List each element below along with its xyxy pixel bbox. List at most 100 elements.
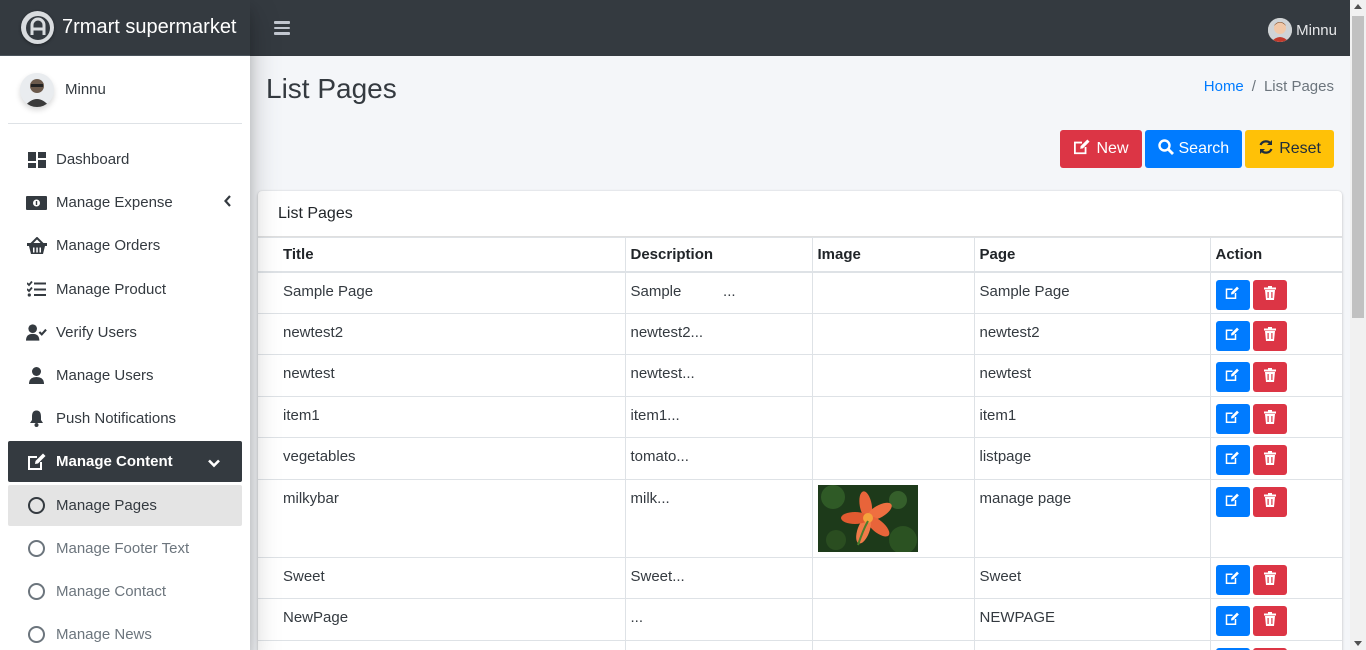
sidebar-item-manage-news[interactable]: Manage News [8, 614, 242, 650]
edit-button[interactable] [1215, 279, 1250, 310]
sidebar-item-label: Manage Orders [56, 237, 161, 255]
sidebar-item-label: Manage News [56, 626, 152, 644]
new-button[interactable]: New [1060, 130, 1142, 168]
table-row: Sweet Sweet... Sweet [258, 556, 1342, 599]
cell-page: newtest2 [973, 312, 1211, 355]
column-header-image[interactable]: Image [811, 237, 975, 273]
cell-image [811, 395, 975, 438]
reset-button[interactable]: Reset [1245, 130, 1334, 168]
sidebar-item-label: Manage Footer Text [56, 539, 190, 557]
delete-button[interactable] [1252, 279, 1287, 310]
column-header-page[interactable]: Page [973, 237, 1211, 273]
app-logo-icon [21, 11, 54, 44]
cell-title: newtest [258, 354, 626, 397]
delete-button[interactable] [1252, 486, 1287, 517]
table-row: newtest2 newtest2... newtest2 [258, 312, 1342, 355]
cell-page: listpage [973, 437, 1211, 480]
scroll-up-icon[interactable] [1354, 4, 1362, 9]
basket-icon [26, 237, 47, 255]
sidebar-item-label: Push Notifications [56, 410, 177, 428]
edit-button[interactable] [1215, 486, 1250, 517]
sidebar-item-manage-contact[interactable]: Manage Contact [8, 571, 242, 612]
edit-button[interactable] [1215, 564, 1250, 595]
avatar [20, 72, 54, 107]
cell-page: manage page [973, 478, 1211, 558]
list-pages-card: List Pages Title Description Image Page … [258, 191, 1342, 650]
sidebar-user-panel[interactable]: Minnu [8, 56, 242, 124]
sidebar-item-manage-pages[interactable]: Manage Pages [8, 484, 242, 526]
flower-thumbnail[interactable] [817, 484, 918, 552]
scroll-down-icon[interactable] [1354, 641, 1362, 646]
sidebar-item-manage-users[interactable]: Manage Users [8, 355, 242, 396]
user-menu[interactable]: Minnu [1268, 18, 1337, 42]
table-row: NewPage ... NEWPAGE [258, 598, 1342, 641]
cell-page: newtest [973, 354, 1211, 397]
column-header-description[interactable]: Description [624, 237, 813, 273]
action-buttons: New Search Reset [1060, 130, 1334, 168]
edit-icon [1225, 286, 1240, 304]
breadcrumb: Home / List Pages [1204, 78, 1334, 95]
sidebar-item-push-notifications[interactable]: Push Notifications [8, 398, 242, 439]
top-navbar: Minnu [250, 0, 1350, 56]
chevron-left-icon [224, 194, 232, 211]
user-check-icon [26, 323, 47, 341]
edit-icon [26, 453, 47, 471]
brand-link[interactable]: 7rmart supermarket [0, 0, 250, 56]
edit-button[interactable] [1215, 362, 1250, 392]
edit-button[interactable] [1215, 445, 1250, 475]
sidebar-item-manage-expense[interactable]: Manage Expense [8, 182, 242, 223]
trash-icon [1263, 492, 1276, 511]
cell-title: newtest2 [258, 312, 626, 355]
cell-action [1209, 478, 1342, 558]
tasks-icon [26, 280, 47, 298]
page-title: List Pages [266, 73, 397, 104]
sidebar-item-manage-orders[interactable]: Manage Orders [8, 225, 242, 266]
delete-button[interactable] [1252, 564, 1287, 595]
sidebar-item-verify-users[interactable]: Verify Users [8, 312, 242, 353]
sidebar-item-manage-content[interactable]: Manage Content [8, 441, 242, 483]
edit-button[interactable] [1215, 320, 1250, 351]
sidebar-item-label: Dashboard [56, 151, 130, 168]
table-row: vegetables tomato... listpage [258, 437, 1342, 480]
delete-button[interactable] [1252, 606, 1287, 636]
cell-action [1209, 271, 1342, 314]
trash-icon [1263, 409, 1276, 428]
edit-button[interactable] [1215, 606, 1250, 636]
cell-title: NewPage [258, 598, 626, 641]
cell-title: vegetables [258, 437, 626, 480]
sidebar-item-dashboard[interactable]: Dashboard [8, 139, 242, 180]
cell-action [1209, 395, 1342, 438]
avatar [1268, 18, 1293, 42]
search-button[interactable]: Search [1144, 130, 1243, 168]
edit-icon [1225, 493, 1240, 511]
scrollbar-thumb[interactable] [1352, 16, 1364, 318]
delete-button[interactable] [1252, 445, 1287, 475]
column-header-title[interactable]: Title [258, 237, 626, 273]
cell-title: item1 [258, 395, 626, 438]
sidebar-nav: Dashboard Manage Expense Manage Orders M… [8, 139, 242, 650]
menu-toggle-icon[interactable] [274, 21, 290, 35]
sidebar-item-label: Manage Users [56, 366, 154, 384]
cell-description: ... [624, 598, 813, 641]
cell-image [811, 271, 975, 314]
page-scrollbar[interactable] [1350, 0, 1366, 650]
sidebar-item-manage-product[interactable]: Manage Product [8, 269, 242, 310]
cell-description: newtest... [624, 354, 813, 397]
edit-icon [1225, 368, 1240, 386]
breadcrumb-home-link[interactable]: Home [1204, 78, 1244, 95]
delete-button[interactable] [1252, 403, 1287, 434]
user-icon [26, 366, 47, 384]
edit-button[interactable] [1215, 403, 1250, 434]
delete-button[interactable] [1252, 362, 1287, 392]
edit-icon [1225, 451, 1240, 469]
cell-action [1209, 598, 1342, 641]
delete-button[interactable] [1252, 320, 1287, 351]
cell-title: Sweet [258, 556, 626, 599]
cell-action [1209, 354, 1342, 397]
top-user-name: Minnu [1296, 21, 1337, 39]
circle-icon [26, 539, 47, 557]
cell-description: item1... [624, 395, 813, 438]
reset-button-label: Reset [1279, 140, 1321, 157]
sidebar-item-manage-footer-text[interactable]: Manage Footer Text [8, 528, 242, 569]
circle-icon [26, 626, 47, 644]
